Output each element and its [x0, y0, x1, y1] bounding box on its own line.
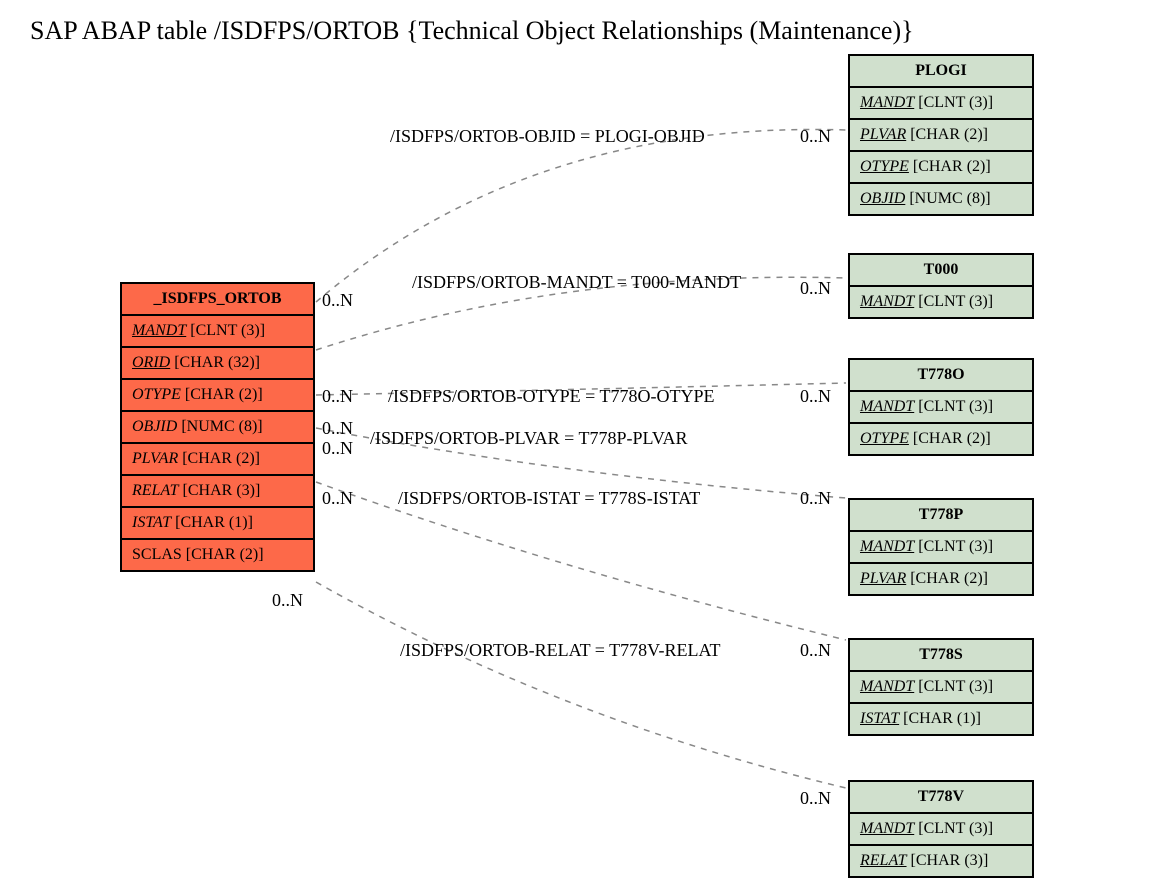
- entity-t778v: T778V MANDT [CLNT (3)] RELAT [CHAR (3)]: [848, 780, 1034, 878]
- cardinality-right: 0..N: [800, 386, 831, 407]
- relation-label: /ISDFPS/ORTOB-MANDT = T000-MANDT: [412, 272, 741, 293]
- field-row: MANDT [CLNT (3)]: [850, 672, 1032, 704]
- field-type: [CHAR (3)]: [183, 482, 261, 499]
- diagram-title: SAP ABAP table /ISDFPS/ORTOB {Technical …: [30, 16, 914, 46]
- relation-label: /ISDFPS/ORTOB-OBJID = PLOGI-OBJID: [390, 126, 705, 147]
- field-name: OTYPE: [132, 386, 181, 403]
- field-row: ISTAT [CHAR (1)]: [850, 704, 1032, 734]
- field-name: MANDT: [860, 820, 914, 837]
- field-type: [NUMC (8)]: [909, 190, 990, 207]
- field-name: ISTAT: [860, 710, 899, 727]
- field-row: OTYPE [CHAR (2)]: [850, 424, 1032, 454]
- relation-label: /ISDFPS/ORTOB-ISTAT = T778S-ISTAT: [398, 488, 700, 509]
- cardinality-right: 0..N: [800, 788, 831, 809]
- field-name: ORID: [132, 354, 170, 371]
- field-name: OTYPE: [860, 158, 909, 175]
- cardinality-right: 0..N: [800, 126, 831, 147]
- entity-plogi: PLOGI MANDT [CLNT (3)] PLVAR [CHAR (2)] …: [848, 54, 1034, 216]
- entity-header: T000: [850, 255, 1032, 287]
- field-type: [CHAR (2)]: [186, 546, 264, 563]
- field-row: OTYPE [CHAR (2)]: [122, 380, 313, 412]
- entity-isdfps-ortob: _ISDFPS_ORTOB MANDT [CLNT (3)] ORID [CHA…: [120, 282, 315, 572]
- field-row: RELAT [CHAR (3)]: [122, 476, 313, 508]
- entity-t778p: T778P MANDT [CLNT (3)] PLVAR [CHAR (2)]: [848, 498, 1034, 596]
- entity-header: _ISDFPS_ORTOB: [122, 284, 313, 316]
- field-type: [NUMC (8)]: [181, 418, 262, 435]
- entity-t000: T000 MANDT [CLNT (3)]: [848, 253, 1034, 319]
- field-name: RELAT: [132, 482, 179, 499]
- cardinality-left: 0..N: [322, 386, 353, 407]
- field-name: MANDT: [860, 293, 914, 310]
- field-name: PLVAR: [860, 570, 906, 587]
- field-name: OBJID: [132, 418, 177, 435]
- entity-header: T778V: [850, 782, 1032, 814]
- field-name: SCLAS: [132, 546, 182, 563]
- field-row: MANDT [CLNT (3)]: [850, 814, 1032, 846]
- field-type: [CHAR (2)]: [910, 126, 988, 143]
- field-name: MANDT: [132, 322, 186, 339]
- field-row: PLVAR [CHAR (2)]: [850, 564, 1032, 594]
- field-type: [CHAR (1)]: [903, 710, 981, 727]
- field-type: [CHAR (2)]: [910, 570, 988, 587]
- entity-header: T778S: [850, 640, 1032, 672]
- field-name: MANDT: [860, 398, 914, 415]
- field-name: PLVAR: [860, 126, 906, 143]
- entity-t778s: T778S MANDT [CLNT (3)] ISTAT [CHAR (1)]: [848, 638, 1034, 736]
- field-type: [CHAR (2)]: [185, 386, 263, 403]
- field-type: [CHAR (3)]: [911, 852, 989, 869]
- field-name: ISTAT: [132, 514, 171, 531]
- field-type: [CHAR (2)]: [913, 158, 991, 175]
- field-type: [CLNT (3)]: [918, 293, 993, 310]
- cardinality-left: 0..N: [322, 418, 353, 439]
- field-row: PLVAR [CHAR (2)]: [850, 120, 1032, 152]
- field-name: PLVAR: [132, 450, 178, 467]
- field-type: [CHAR (2)]: [913, 430, 991, 447]
- relation-label: /ISDFPS/ORTOB-OTYPE = T778O-OTYPE: [388, 386, 714, 407]
- relation-label: /ISDFPS/ORTOB-PLVAR = T778P-PLVAR: [370, 428, 688, 449]
- entity-t778o: T778O MANDT [CLNT (3)] OTYPE [CHAR (2)]: [848, 358, 1034, 456]
- field-type: [CLNT (3)]: [918, 678, 993, 695]
- field-type: [CLNT (3)]: [190, 322, 265, 339]
- field-name: MANDT: [860, 94, 914, 111]
- field-type: [CLNT (3)]: [918, 538, 993, 555]
- entity-header: PLOGI: [850, 56, 1032, 88]
- field-row: SCLAS [CHAR (2)]: [122, 540, 313, 570]
- field-type: [CHAR (2)]: [182, 450, 260, 467]
- field-name: RELAT: [860, 852, 907, 869]
- field-type: [CLNT (3)]: [918, 820, 993, 837]
- field-type: [CLNT (3)]: [918, 398, 993, 415]
- field-row: MANDT [CLNT (3)]: [850, 287, 1032, 317]
- field-row: PLVAR [CHAR (2)]: [122, 444, 313, 476]
- field-row: ISTAT [CHAR (1)]: [122, 508, 313, 540]
- field-row: MANDT [CLNT (3)]: [122, 316, 313, 348]
- cardinality-right: 0..N: [800, 640, 831, 661]
- field-row: MANDT [CLNT (3)]: [850, 88, 1032, 120]
- cardinality-left-2: 0..N: [322, 438, 353, 459]
- cardinality-left: 0..N: [322, 488, 353, 509]
- field-name: MANDT: [860, 538, 914, 555]
- cardinality-right: 0..N: [800, 278, 831, 299]
- entity-header: T778O: [850, 360, 1032, 392]
- field-row: OTYPE [CHAR (2)]: [850, 152, 1032, 184]
- cardinality-left: 0..N: [272, 590, 303, 611]
- relation-label: /ISDFPS/ORTOB-RELAT = T778V-RELAT: [400, 640, 720, 661]
- field-type: [CHAR (32)]: [174, 354, 260, 371]
- field-row: OBJID [NUMC (8)]: [850, 184, 1032, 214]
- entity-header: T778P: [850, 500, 1032, 532]
- field-name: OBJID: [860, 190, 905, 207]
- field-name: MANDT: [860, 678, 914, 695]
- field-row: MANDT [CLNT (3)]: [850, 392, 1032, 424]
- cardinality-right: 0..N: [800, 488, 831, 509]
- field-row: ORID [CHAR (32)]: [122, 348, 313, 380]
- field-name: OTYPE: [860, 430, 909, 447]
- field-row: OBJID [NUMC (8)]: [122, 412, 313, 444]
- cardinality-left: 0..N: [322, 290, 353, 311]
- field-row: RELAT [CHAR (3)]: [850, 846, 1032, 876]
- field-row: MANDT [CLNT (3)]: [850, 532, 1032, 564]
- field-type: [CHAR (1)]: [175, 514, 253, 531]
- field-type: [CLNT (3)]: [918, 94, 993, 111]
